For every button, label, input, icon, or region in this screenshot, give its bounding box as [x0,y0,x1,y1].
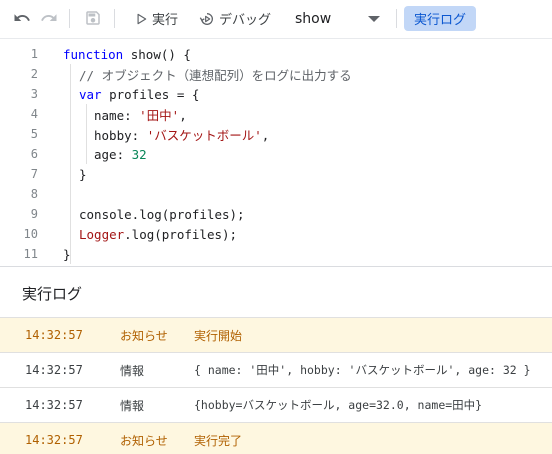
debug-label: デバッグ [219,13,272,28]
log-row: 14:32:57 お知らせ 実行完了 [0,422,552,454]
log-message: 実行完了 [194,433,243,448]
toolbar: 実行 デバッグ show 実行ログ [0,0,552,37]
function-select[interactable]: show [289,6,385,31]
log-time: 14:32:57 [25,398,83,412]
log-row: 14:32:57 お知らせ 実行開始 [0,317,552,352]
execution-log-panel: 実行ログ 14:32:57 お知らせ 実行開始 14:32:57 情報 { na… [0,266,552,454]
line-number: 3 [30,87,38,101]
number-literal: 32 [131,146,147,162]
line-number: 9 [30,207,38,221]
line-number: 7 [30,167,38,181]
run-button[interactable]: 実行 [134,6,178,31]
code-text: , [261,127,270,143]
caret-down-icon [368,15,380,22]
execution-log-label: 実行ログ [413,13,466,28]
keyword: var [79,86,102,102]
code-text: } [63,246,71,262]
debug-icon [199,12,213,25]
log-level: 情報 [120,363,145,378]
code-editor[interactable]: 1 function show() { 2 // オブジェクト（連想配列）をログ… [0,38,552,266]
code-line: 1 function show() { [0,44,552,64]
toolbar-divider [114,9,115,28]
code-line: 9 console.log(profiles); [0,204,552,224]
log-level: 情報 [120,398,145,413]
string-literal: '田中' [139,107,180,123]
code-text: } [79,166,87,182]
line-number: 6 [30,147,38,161]
code-text: .log(profiles); [124,226,238,242]
code-line: 2 // オブジェクト（連想配列）をログに出力する [0,64,552,84]
code-line: 6 age: 32 [0,144,552,164]
debug-button[interactable]: デバッグ [199,6,271,31]
class-name: Logger [79,226,125,242]
line-number: 10 [23,227,38,241]
code-line: 4 name: '田中', [0,104,552,124]
string-literal: 'バスケットボール' [146,127,262,143]
code-text: profiles = { [101,86,200,102]
toolbar-divider [69,9,70,28]
log-time: 14:32:57 [25,433,83,447]
code-text: age: [94,146,132,162]
code-text: console.log(profiles); [79,206,245,222]
undo-icon[interactable] [11,7,33,29]
code-text: name: [94,107,140,123]
play-icon [137,13,147,24]
redo-icon[interactable] [38,7,60,29]
run-label: 実行 [152,13,179,28]
log-panel-title: 実行ログ [22,285,83,303]
keyword: function [63,46,124,62]
line-number: 5 [30,127,38,141]
code-line: 8 [0,184,552,204]
code-line: 7 } [0,164,552,184]
log-row: 14:32:57 情報 { name: '田中', hobby: 'バスケットボ… [0,352,552,387]
log-message: { name: '田中', hobby: 'バスケットボール', age: 32… [194,363,531,377]
function-select-value: show [295,10,332,27]
line-number: 1 [30,47,38,61]
log-row: 14:32:57 情報 {hobby=バスケットボール, age=32.0, n… [0,387,552,422]
code-text: , [179,107,187,123]
log-level: お知らせ [120,433,168,448]
log-time: 14:32:57 [25,328,83,342]
code-line: 5 hobby: 'バスケットボール', [0,124,552,144]
line-number: 11 [23,247,38,261]
code-line: 11 } [0,244,552,264]
code-text: hobby: [94,127,147,143]
execution-log-button[interactable]: 実行ログ [404,6,476,31]
save-icon[interactable] [82,7,104,29]
code-line: 10 Logger.log(profiles); [0,224,552,244]
line-number: 2 [30,67,38,81]
line-number: 4 [30,107,38,121]
code-text: show() { [123,46,191,62]
code-line: 3 var profiles = { [0,84,552,104]
log-time: 14:32:57 [25,363,83,377]
code-comment: // オブジェクト（連想配列）をログに出力する [79,67,352,83]
toolbar-divider [396,9,397,28]
line-number: 8 [30,187,38,201]
log-message: {hobby=バスケットボール, age=32.0, name=田中} [194,398,483,412]
log-message: 実行開始 [194,328,243,343]
log-level: お知らせ [120,328,168,343]
